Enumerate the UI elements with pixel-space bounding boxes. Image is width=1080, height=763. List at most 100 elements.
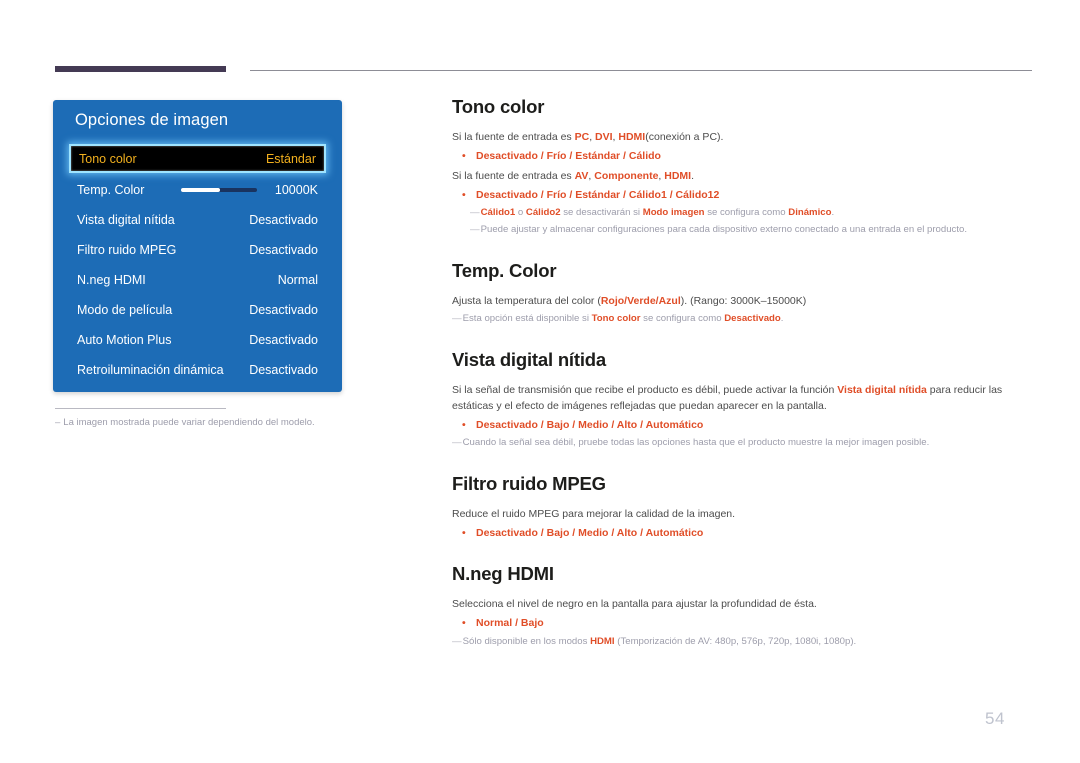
text-run: se configura como: [704, 207, 789, 219]
osd-row-value: Desactivado: [249, 332, 318, 347]
osd-row-value: Normal: [277, 272, 318, 287]
document-content: Tono color Si la fuente de entrada es PC…: [452, 96, 1032, 671]
nneg-hdmi-bullet: • Normal / Bajo: [452, 615, 1032, 631]
osd-menu-title: Opciones de imagen: [75, 111, 229, 129]
osd-row-filtro-ruido-mpeg[interactable]: Filtro ruido MPEG Desactivado: [69, 236, 326, 263]
panel-note-rule: [55, 408, 226, 409]
text-run: Esta opción está disponible si: [462, 313, 592, 325]
bullet-marker: •: [462, 617, 466, 630]
panel-footnote-dash: –: [55, 417, 61, 428]
osd-row-value: Desactivado: [249, 212, 318, 227]
document-page: Opciones de imagen Tono color Estándar T…: [0, 0, 1080, 763]
vista-digital-bullet: • Desactivado / Bajo / Medio / Alto / Au…: [452, 417, 1032, 433]
osd-row-nneg-hdmi[interactable]: N.neg HDMI Normal: [69, 266, 326, 293]
osd-row-value: Estándar: [265, 151, 316, 166]
highlight-modo-imagen: Modo imagen: [642, 207, 705, 219]
highlight-rojo-verde-azul: Rojo/Verde/Azul: [600, 294, 681, 307]
osd-row-tono-color[interactable]: Tono color Estándar: [69, 144, 326, 173]
text-run: (conexión a PC).: [645, 131, 724, 143]
osd-row-modo-de-pelicula[interactable]: Modo de película Desactivado: [69, 296, 326, 323]
nneg-hdmi-paragraph-1: Selecciona el nivel de negro en la panta…: [452, 598, 817, 611]
highlight-dinamico: Dinámico: [788, 207, 832, 219]
osd-row-value: 10000K: [274, 182, 318, 197]
page-number: 54: [985, 709, 1005, 728]
tono-color-bullet-2: • Desactivado / Frío / Estándar / Cálido…: [452, 187, 1032, 203]
text-run: se desactivarán si: [560, 207, 643, 219]
highlight-vista-digital-nitida: Vista digital nítida: [837, 383, 927, 396]
note-text: Sólo disponible en los modos HDMI (Tempo…: [463, 635, 857, 649]
note-dash: —: [470, 224, 480, 236]
osd-row-label: Tono color: [79, 151, 137, 166]
panel-footnote: – La imagen mostrada puede variar dependi…: [55, 417, 355, 428]
osd-row-label: Auto Motion Plus: [77, 332, 172, 347]
osd-row-value: Desactivado: [249, 302, 318, 317]
section-heading: N.neg HDMI: [452, 563, 554, 585]
highlight-calido2: Cálido2: [525, 207, 561, 219]
temp-color-note: — Esta opción está disponible si Tono co…: [452, 312, 1032, 326]
osd-row-label: Vista digital nítida: [77, 212, 175, 227]
page-header-rule: [0, 0, 1080, 72]
highlight-pc: PC: [574, 131, 590, 143]
highlight-dvi: DVI: [595, 131, 613, 143]
highlight-tono-color: Tono color: [591, 313, 641, 325]
note-text: Cálido1 o Cálido2 se desactivarán si Mod…: [481, 206, 835, 220]
nneg-hdmi-note: — Sólo disponible en los modos HDMI (Tem…: [452, 635, 1032, 649]
header-thin-line: [250, 70, 1032, 71]
note-dash: —: [470, 207, 480, 219]
section-filtro-ruido-mpeg: Filtro ruido MPEG Reduce el ruido MPEG p…: [452, 473, 1032, 542]
osd-row-label: Filtro ruido MPEG: [77, 242, 177, 257]
osd-row-label: N.neg HDMI: [77, 272, 146, 287]
highlight-av: AV: [574, 169, 589, 182]
osd-row-label: Retroiluminación dinámica: [77, 362, 224, 377]
highlight-hdmi: HDMI: [590, 635, 615, 647]
tono-color-bullet-1: • Desactivado / Frío / Estándar / Cálido: [452, 148, 1032, 164]
tono-color-note-1: — Cálido1 o Cálido2 se desactivarán si M…: [452, 206, 1032, 220]
bullet-marker: •: [462, 188, 466, 201]
section-heading: Tono color: [452, 96, 545, 117]
bullet-text: Desactivado / Frío / Estándar / Cálido1 …: [476, 188, 720, 201]
text-run: (Temporización de AV: 480p, 576p, 720p, …: [614, 635, 857, 647]
osd-row-retroiluminacion-dinamica[interactable]: Retroiluminación dinámica Desactivado: [69, 356, 326, 383]
highlight-componente: Componente: [594, 169, 659, 182]
tono-color-note-2: — Puede ajustar y almacenar configuracio…: [452, 223, 1032, 237]
tono-color-paragraph-2: Si la fuente de entrada es AV, Component…: [452, 168, 1032, 184]
osd-row-label: Modo de película: [77, 302, 173, 317]
highlight-hdmi: HDMI: [664, 169, 692, 182]
bullet-text: Desactivado / Bajo / Medio / Alto / Auto…: [476, 526, 704, 539]
bullet-text: Desactivado / Bajo / Medio / Alto / Auto…: [476, 419, 704, 432]
section-vista-digital-nitida: Vista digital nítida Si la señal de tran…: [452, 349, 1032, 451]
bullet-marker: •: [462, 419, 466, 432]
temp-color-slider[interactable]: [180, 187, 257, 192]
vista-digital-note: — Cuando la señal sea débil, pruebe toda…: [452, 436, 1032, 450]
section-heading: Vista digital nítida: [452, 348, 606, 370]
bullet-text: Normal / Bajo: [476, 617, 544, 630]
text-run: o: [515, 207, 526, 219]
text-run: .: [780, 313, 784, 325]
panel-footnote-text: La imagen mostrada puede variar dependie…: [63, 417, 315, 428]
bullet-marker: •: [462, 150, 466, 163]
text-run: .: [831, 207, 835, 219]
header-accent-bar: [55, 66, 226, 72]
text-run: se configura como: [640, 313, 725, 325]
osd-row-auto-motion-plus[interactable]: Auto Motion Plus Desactivado: [69, 326, 326, 353]
temp-color-paragraph-1: Ajusta la temperatura del color (Rojo/Ve…: [452, 293, 1032, 309]
note-text: Esta opción está disponible si Tono colo…: [463, 312, 784, 326]
osd-row-label: Temp. Color: [77, 182, 145, 197]
vista-digital-paragraph-1: Si la señal de transmisión que recibe el…: [452, 382, 1030, 415]
section-heading: Temp. Color: [452, 259, 557, 281]
text-run: ). (Rango: 3000K–15000K): [680, 294, 807, 307]
osd-row-value: Desactivado: [249, 242, 318, 257]
bullet-marker: •: [462, 526, 466, 539]
note-dash: —: [452, 635, 462, 647]
note-text: Cuando la señal sea débil, pruebe todas …: [462, 437, 930, 449]
text-run: Sólo disponible en los modos: [462, 635, 591, 647]
tono-color-paragraph-1: Si la fuente de entrada es PC, DVI, HDMI…: [452, 129, 1032, 145]
osd-row-temp-color[interactable]: Temp. Color 10000K: [69, 176, 326, 203]
highlight-desactivado: Desactivado: [724, 313, 781, 325]
section-nneg-hdmi: N.neg HDMI Selecciona el nivel de negro …: [452, 563, 1032, 649]
bullet-text: Desactivado / Frío / Estándar / Cálido: [476, 150, 661, 163]
osd-row-vista-digital-nitida[interactable]: Vista digital nítida Desactivado: [69, 206, 326, 233]
note-dash: —: [452, 313, 462, 325]
text-run: Si la fuente de entrada es: [452, 169, 575, 182]
note-text: Puede ajustar y almacenar configuracione…: [480, 224, 967, 236]
